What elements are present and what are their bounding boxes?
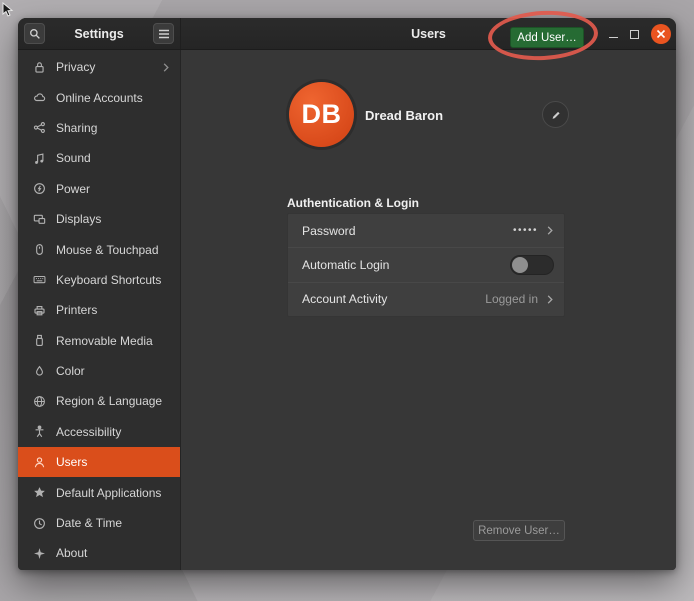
sidebar-item-label: Privacy <box>56 60 95 74</box>
power-bolt-icon <box>31 181 47 197</box>
minimize-icon <box>609 37 618 38</box>
sidebar-item-label: Sound <box>56 151 91 165</box>
lock-icon <box>31 59 47 75</box>
music-note-icon <box>31 150 47 166</box>
titlebar-right: Users Add User… <box>181 18 676 49</box>
cloud-icon <box>31 90 47 106</box>
color-drop-icon <box>31 363 47 379</box>
sidebar-item-removable-media[interactable]: Removable Media <box>18 326 180 356</box>
add-user-button[interactable]: Add User… <box>510 27 584 48</box>
titlebar: Settings Users Add User… <box>18 18 676 50</box>
account-activity-value: Logged in <box>485 292 538 306</box>
sidebar-item-label: Removable Media <box>56 334 153 348</box>
search-button[interactable] <box>24 23 45 44</box>
mouse-cursor <box>2 2 15 18</box>
toggle-knob <box>512 257 528 273</box>
close-icon <box>656 29 666 39</box>
password-row[interactable]: Password ••••• <box>288 214 564 247</box>
sidebar: Privacy Online Accounts Sharing Sound <box>18 50 181 570</box>
automatic-login-row: Automatic Login <box>288 247 564 281</box>
sidebar-item-label: Mouse & Touchpad <box>56 243 159 257</box>
automatic-login-toggle[interactable] <box>510 255 554 275</box>
sidebar-item-printers[interactable]: Printers <box>18 295 180 325</box>
users-panel: DB Dread Baron Authentication & Login Pa… <box>181 50 676 570</box>
clock-icon <box>31 515 47 531</box>
sidebar-item-default-applications[interactable]: Default Applications <box>18 477 180 507</box>
sidebar-item-label: Displays <box>56 212 101 226</box>
section-title: Authentication & Login <box>287 196 419 210</box>
sidebar-item-label: Online Accounts <box>56 91 143 105</box>
avatar[interactable]: DB <box>289 82 354 147</box>
sidebar-item-about[interactable]: About <box>18 538 180 568</box>
sidebar-item-accessibility[interactable]: Accessibility <box>18 417 180 447</box>
star-icon <box>31 485 47 501</box>
authentication-card: Password ••••• Automatic Login Acc <box>287 213 565 317</box>
sidebar-item-label: Region & Language <box>56 394 162 408</box>
sidebar-item-label: Date & Time <box>56 516 122 530</box>
user-full-name: Dread Baron <box>365 108 443 123</box>
sidebar-item-label: Keyboard Shortcuts <box>56 273 161 287</box>
account-activity-row[interactable]: Account Activity Logged in <box>288 282 564 316</box>
sidebar-item-color[interactable]: Color <box>18 356 180 386</box>
sidebar-item-label: Color <box>56 364 85 378</box>
sidebar-item-mouse-touchpad[interactable]: Mouse & Touchpad <box>18 234 180 264</box>
desktop: Settings Users Add User… <box>0 0 694 601</box>
sidebar-item-users[interactable]: Users <box>18 447 180 477</box>
sidebar-item-date-time[interactable]: Date & Time <box>18 508 180 538</box>
user-icon <box>31 454 47 470</box>
sidebar-item-online-accounts[interactable]: Online Accounts <box>18 82 180 112</box>
sidebar-item-region-language[interactable]: Region & Language <box>18 386 180 416</box>
share-icon <box>31 120 47 136</box>
remove-user-button[interactable]: Remove User… <box>473 520 565 541</box>
maximize-button[interactable] <box>630 30 639 39</box>
edit-name-button[interactable] <box>542 101 569 128</box>
sidebar-item-label: Default Applications <box>56 486 161 500</box>
keyboard-icon <box>31 272 47 288</box>
sidebar-item-power[interactable]: Power <box>18 174 180 204</box>
password-value: ••••• <box>513 225 538 236</box>
minimize-button[interactable] <box>609 31 618 38</box>
account-activity-label: Account Activity <box>302 292 387 306</box>
pencil-icon <box>550 109 562 121</box>
sidebar-item-label: Power <box>56 182 90 196</box>
sparkle-icon <box>31 545 47 561</box>
sidebar-item-label: Printers <box>56 303 97 317</box>
app-title: Settings <box>74 27 123 41</box>
sidebar-item-label: About <box>56 546 87 560</box>
sidebar-item-label: Users <box>56 455 87 469</box>
chevron-right-icon <box>546 225 554 236</box>
hamburger-icon <box>158 29 170 39</box>
sidebar-item-privacy[interactable]: Privacy <box>18 52 180 82</box>
flash-drive-icon <box>31 333 47 349</box>
sidebar-item-keyboard-shortcuts[interactable]: Keyboard Shortcuts <box>18 265 180 295</box>
sidebar-item-sound[interactable]: Sound <box>18 143 180 173</box>
window-body: Privacy Online Accounts Sharing Sound <box>18 50 676 570</box>
automatic-login-label: Automatic Login <box>302 258 389 272</box>
close-button[interactable] <box>651 24 671 44</box>
sidebar-item-displays[interactable]: Displays <box>18 204 180 234</box>
sidebar-item-label: Sharing <box>56 121 97 135</box>
window-controls <box>609 18 671 50</box>
settings-window: Settings Users Add User… <box>18 18 676 570</box>
accessibility-icon <box>31 424 47 440</box>
mouse-icon <box>31 242 47 258</box>
chevron-right-icon <box>546 294 554 305</box>
password-label: Password <box>302 224 356 238</box>
sidebar-item-label: Accessibility <box>56 425 121 439</box>
menu-button[interactable] <box>153 23 174 44</box>
chevron-right-icon <box>162 62 170 73</box>
display-icon <box>31 211 47 227</box>
page-title: Users <box>411 27 446 41</box>
search-icon <box>28 27 42 41</box>
globe-icon <box>31 393 47 409</box>
titlebar-left: Settings <box>18 18 181 49</box>
printer-icon <box>31 302 47 318</box>
sidebar-item-sharing[interactable]: Sharing <box>18 113 180 143</box>
maximize-icon <box>630 30 639 39</box>
